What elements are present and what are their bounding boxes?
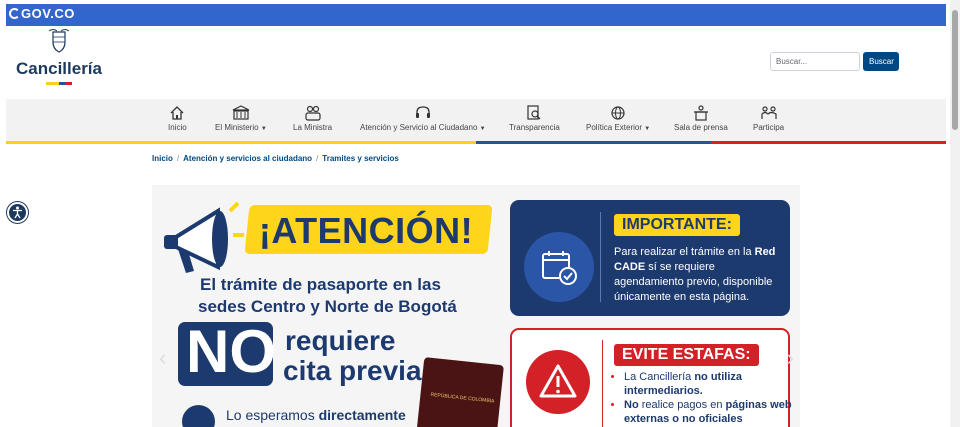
nav-item-inicio[interactable]: Inicio xyxy=(168,105,187,132)
building-icon xyxy=(232,105,250,120)
carousel-prev-icon[interactable]: ‹ xyxy=(159,345,166,371)
search-form: Buscar xyxy=(770,52,899,71)
flag-stripe xyxy=(46,82,72,85)
nav-item-prensa[interactable]: Sala de prensa xyxy=(674,105,728,132)
calendar-circle xyxy=(524,232,594,302)
card-divider xyxy=(600,212,601,302)
main-nav: Inicio El Ministerio ▼ La Ministra Atenc… xyxy=(6,99,946,141)
nav-item-atencion[interactable]: Atención y Servicio al Ciudadano ▼ xyxy=(360,105,486,132)
search-input[interactable] xyxy=(770,52,860,71)
estafas-list: La Cancillería no utiliza intermediarios… xyxy=(608,370,794,426)
home-icon xyxy=(170,106,184,120)
nav-item-politica[interactable]: Política Exterior ▼ xyxy=(586,105,650,132)
evite-estafas-tag: EVITE ESTAFAS: xyxy=(614,344,759,366)
search-button[interactable]: Buscar xyxy=(863,52,899,71)
coat-of-arms-icon xyxy=(48,29,70,53)
esperamos-bold: directamente xyxy=(318,407,406,423)
flag-underline xyxy=(6,141,946,144)
banner-line-2: sedes Centro y Norte de Bogotá xyxy=(198,297,457,316)
headset-icon xyxy=(415,106,430,118)
warning-circle xyxy=(526,350,590,414)
scrollbar-thumb[interactable] xyxy=(952,10,958,130)
banner-line-1: El trámite de pasaporte en las xyxy=(200,275,441,294)
gov-co-g-icon xyxy=(9,8,20,19)
nav-label: Sala de prensa xyxy=(674,123,728,132)
esperamos-text: Lo esperamos directamente xyxy=(226,407,406,423)
cita-previa-text: cita previa. xyxy=(283,355,430,386)
requiere-text: requiere xyxy=(285,325,396,356)
esperamos-prefix: Lo esperamos xyxy=(226,407,319,423)
carousel-next-icon[interactable]: › xyxy=(787,345,794,371)
brand-name: Cancillería xyxy=(16,59,102,78)
no-box: NO xyxy=(178,318,276,386)
passport-text: REPÚBLICA DE COLOMBIA xyxy=(430,391,495,405)
accessibility-button[interactable] xyxy=(7,202,28,223)
walking-person-icon xyxy=(182,405,215,427)
globe-icon xyxy=(611,106,625,120)
evite-estafas-card: EVITE ESTAFAS: La Cancillería no utiliza… xyxy=(510,328,792,427)
atencion-headline: ¡ATENCIÓN! xyxy=(258,210,474,251)
caret-down-icon: ▼ xyxy=(644,126,651,132)
nav-label: Política Exterior xyxy=(586,123,643,132)
nav-label: Participa xyxy=(753,123,785,132)
estafas-item-2-bold: No xyxy=(624,399,639,411)
nav-item-ministra[interactable]: La Ministra xyxy=(293,105,332,132)
nav-label: Transparencia xyxy=(509,123,560,132)
importante-tag: IMPORTANTE: xyxy=(614,214,740,236)
breadcrumb-item[interactable]: Inicio xyxy=(152,154,173,163)
nav-label: Atención y Servicio al Ciudadano xyxy=(360,123,478,132)
nav-item-transparencia[interactable]: Transparencia xyxy=(509,105,560,132)
nav-label: La Ministra xyxy=(293,123,333,132)
estafas-item: No realice pagos en páginas web externas… xyxy=(624,398,794,426)
estafas-item-1-prefix: La Cancillería xyxy=(624,371,695,383)
estafas-item: La Cancillería no utiliza intermediarios… xyxy=(624,370,794,398)
importante-text: Para realizar el trámite en la Red CADE … xyxy=(614,245,784,305)
importante-card: IMPORTANTE: Para realizar el trámite en … xyxy=(510,200,790,316)
nav-label: El Ministerio xyxy=(215,123,259,132)
gov-co-logo-text: GOV.CO xyxy=(21,6,75,21)
calendar-check-icon xyxy=(542,251,577,285)
importante-text-1: Para realizar el trámite en la xyxy=(614,246,755,258)
participate-icon xyxy=(760,106,777,119)
gov-co-logo[interactable]: GOV.CO xyxy=(9,6,75,21)
nav-label: Inicio xyxy=(168,123,187,132)
estafas-item-2-text: realice pagos en xyxy=(638,399,726,411)
breadcrumb-item[interactable]: Tramites y servicios xyxy=(322,154,399,163)
card-divider xyxy=(602,340,603,427)
hero-banner: ¡ATENCIÓN! El trámite de pasaporte en la… xyxy=(152,185,800,427)
no-text: NO xyxy=(186,318,276,385)
caret-down-icon: ▼ xyxy=(479,126,486,132)
megaphone-icon xyxy=(164,201,244,273)
document-search-icon xyxy=(527,105,541,120)
breadcrumb-item[interactable]: Atención y servicios al ciudadano xyxy=(183,154,312,163)
caret-down-icon: ▼ xyxy=(260,126,267,132)
warning-icon xyxy=(539,364,577,398)
podium-icon xyxy=(693,105,708,121)
accessibility-icon xyxy=(13,206,22,219)
atencion-headline-box: ¡ATENCIÓN! xyxy=(244,205,493,254)
page-scrollbar[interactable] xyxy=(950,0,960,427)
cancilleria-logo[interactable]: Cancillería xyxy=(16,28,102,85)
site-header: Cancillería Buscar xyxy=(6,26,946,98)
passport-image: REPÚBLICA DE COLOMBIA xyxy=(416,357,504,427)
people-icon xyxy=(304,105,321,121)
nav-item-participa[interactable]: Participa xyxy=(753,105,784,132)
nav-item-ministerio[interactable]: El Ministerio ▼ xyxy=(215,105,267,132)
gov-co-bar: GOV.CO xyxy=(6,4,946,26)
breadcrumb: Inicio / Atención y servicios al ciudadano… xyxy=(152,154,399,163)
